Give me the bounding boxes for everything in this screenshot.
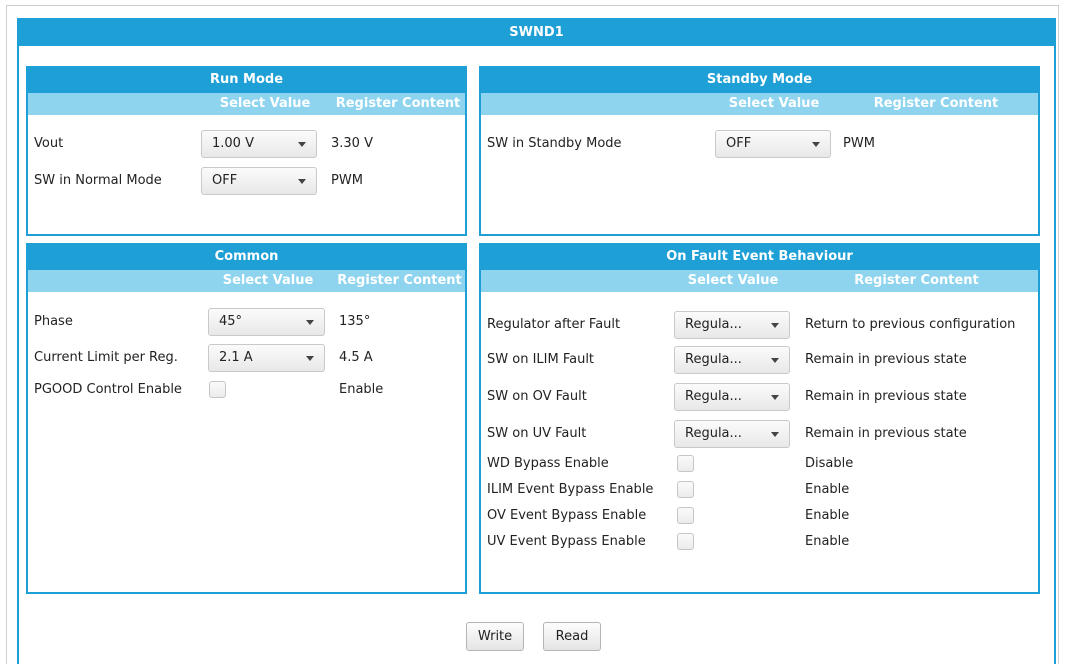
select-value: OFF (726, 136, 752, 151)
register-content-header: Register Content (854, 273, 979, 288)
fault-checkbox-row: ILIM Event Bypass Enable Enable (481, 477, 1038, 503)
common-row: PGOOD Control Enable Enable (28, 376, 465, 404)
standby-mode-row: SW in Standby Mode OFF PWM (481, 130, 1038, 158)
read-button[interactable]: Read (543, 622, 601, 651)
row-label: SW on OV Fault (487, 389, 587, 404)
register-value: 135° (339, 314, 371, 329)
register-value: Enable (805, 534, 850, 549)
sw-uv-fault-select[interactable]: Regula... (674, 420, 790, 448)
fault-behaviour-header: Select Value Register Content (481, 270, 1038, 292)
run-mode-panel: Run Mode Select Value Register Content V… (26, 66, 467, 236)
fault-row: SW on ILIM Fault Regula... Remain in pre… (481, 346, 1038, 374)
wd-bypass-enable-checkbox[interactable] (677, 455, 694, 472)
select-value: 1.00 V (212, 136, 254, 151)
vout-select[interactable]: 1.00 V (201, 130, 317, 158)
select-value: Regula... (685, 352, 742, 367)
sw-normal-mode-select[interactable]: OFF (201, 167, 317, 195)
run-mode-row: Vout 1.00 V 3.30 V (28, 130, 465, 158)
common-row: Current Limit per Reg. 2.1 A 4.5 A (28, 344, 465, 372)
select-value-header: Select Value (222, 273, 314, 288)
pgood-control-enable-checkbox[interactable] (209, 381, 226, 398)
chevron-down-icon (771, 395, 779, 400)
fault-checkbox-row: UV Event Bypass Enable Enable (481, 529, 1038, 555)
run-mode-row: SW in Normal Mode OFF PWM (28, 167, 465, 195)
device-title: SWND1 (19, 20, 1054, 46)
row-label: PGOOD Control Enable (34, 382, 182, 397)
chevron-down-icon (298, 179, 306, 184)
chevron-down-icon (771, 358, 779, 363)
row-label: UV Event Bypass Enable (487, 534, 646, 549)
ov-event-bypass-enable-checkbox[interactable] (677, 507, 694, 524)
row-label: Phase (34, 314, 73, 329)
register-value: PWM (843, 136, 875, 151)
register-value: 3.30 V (331, 136, 373, 151)
select-value: 45° (219, 314, 243, 329)
chevron-down-icon (306, 356, 314, 361)
row-label: SW in Normal Mode (34, 173, 162, 188)
row-label: Regulator after Fault (487, 317, 621, 332)
select-value-header: Select Value (728, 96, 820, 111)
register-value: Enable (339, 382, 384, 397)
register-value: Remain in previous state (805, 426, 967, 441)
register-value: PWM (331, 173, 363, 188)
select-value: Regula... (685, 389, 742, 404)
current-limit-select[interactable]: 2.1 A (208, 344, 325, 372)
common-title: Common (28, 245, 465, 270)
sw-standby-mode-select[interactable]: OFF (715, 130, 831, 158)
row-label: SW on ILIM Fault (487, 352, 595, 367)
row-label: Vout (34, 136, 64, 151)
fault-row: SW on OV Fault Regula... Remain in previ… (481, 383, 1038, 411)
sw-ilim-fault-select[interactable]: Regula... (674, 346, 790, 374)
standby-mode-panel: Standby Mode Select Value Register Conte… (479, 66, 1040, 236)
register-value: 4.5 A (339, 350, 373, 365)
fault-checkbox-row: WD Bypass Enable Disable (481, 451, 1038, 477)
fault-checkbox-row: OV Event Bypass Enable Enable (481, 503, 1038, 529)
chevron-down-icon (771, 323, 779, 328)
chevron-down-icon (771, 432, 779, 437)
fault-behaviour-title: On Fault Event Behaviour (481, 245, 1038, 270)
fault-row: SW on UV Fault Regula... Remain in previ… (481, 420, 1038, 448)
register-content-header: Register Content (337, 273, 462, 288)
common-row: Phase 45° 135° (28, 308, 465, 336)
chevron-down-icon (306, 320, 314, 325)
register-content-header: Register Content (335, 96, 461, 111)
chevron-down-icon (812, 142, 820, 147)
write-button[interactable]: Write (466, 622, 524, 651)
run-mode-header: Select Value Register Content (28, 93, 465, 115)
ilim-event-bypass-enable-checkbox[interactable] (677, 481, 694, 498)
select-value-header: Select Value (687, 273, 779, 288)
row-label: OV Event Bypass Enable (487, 508, 647, 523)
standby-mode-title: Standby Mode (481, 68, 1038, 93)
row-label: SW in Standby Mode (487, 136, 622, 151)
register-value: Return to previous configuration (805, 317, 1016, 332)
sw-ov-fault-select[interactable]: Regula... (674, 383, 790, 411)
register-value: Disable (805, 456, 854, 471)
standby-mode-header: Select Value Register Content (481, 93, 1038, 115)
row-label: SW on UV Fault (487, 426, 587, 441)
chevron-down-icon (298, 142, 306, 147)
row-label: WD Bypass Enable (487, 456, 609, 471)
run-mode-title: Run Mode (28, 68, 465, 93)
common-header: Select Value Register Content (28, 270, 465, 292)
register-value: Remain in previous state (805, 389, 967, 404)
select-value-header: Select Value (219, 96, 311, 111)
uv-event-bypass-enable-checkbox[interactable] (677, 533, 694, 550)
select-value: 2.1 A (219, 350, 253, 365)
regulator-after-fault-select[interactable]: Regula... (674, 311, 790, 339)
row-label: ILIM Event Bypass Enable (487, 482, 654, 497)
select-value: Regula... (685, 317, 742, 332)
register-value: Enable (805, 482, 850, 497)
common-panel: Common Select Value Register Content Pha… (26, 243, 467, 594)
fault-behaviour-panel: On Fault Event Behaviour Select Value Re… (479, 243, 1040, 594)
register-value: Enable (805, 508, 850, 523)
phase-select[interactable]: 45° (208, 308, 325, 336)
fault-row: Regulator after Fault Regula... Return t… (481, 311, 1038, 339)
register-value: Remain in previous state (805, 352, 967, 367)
select-value: OFF (212, 173, 238, 188)
register-content-header: Register Content (873, 96, 999, 111)
select-value: Regula... (685, 426, 742, 441)
row-label: Current Limit per Reg. (34, 350, 178, 365)
